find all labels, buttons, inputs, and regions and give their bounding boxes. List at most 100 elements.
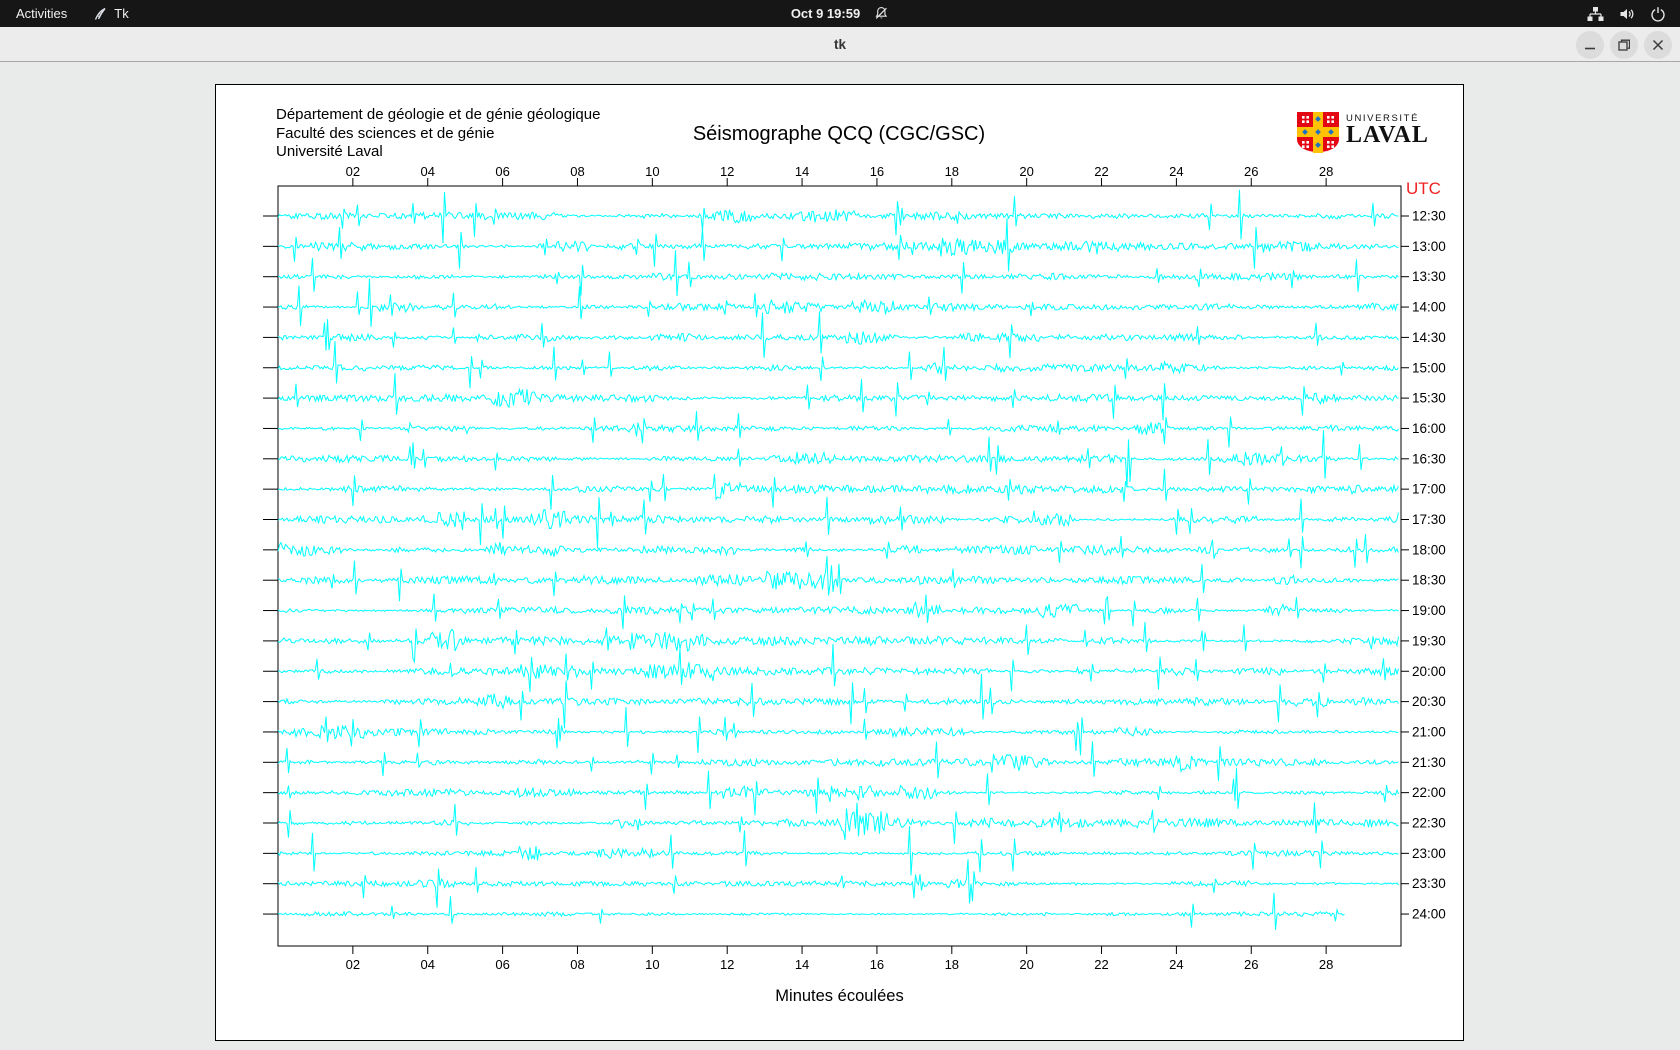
seismo-trace (277, 250, 1399, 297)
x-tick-label-bottom: 26 (1244, 957, 1258, 972)
x-tick-label-bottom: 14 (795, 957, 809, 972)
close-button[interactable] (1644, 30, 1672, 59)
utc-time-label: 24:00 (1412, 907, 1446, 922)
x-tick-label-bottom: 22 (1094, 957, 1108, 972)
gnome-top-bar: Activities Tk Oct 9 19:59 (0, 0, 1680, 27)
minimize-button[interactable] (1576, 30, 1604, 59)
utc-time-label: 16:30 (1412, 451, 1446, 466)
seismo-trace (277, 621, 1399, 664)
utc-time-label: 20:30 (1412, 694, 1446, 709)
utc-time-label: 13:30 (1412, 269, 1446, 284)
x-tick-label-top: 28 (1319, 164, 1333, 179)
x-tick-label-bottom: 24 (1169, 957, 1183, 972)
seismo-trace (277, 768, 1399, 816)
x-tick-label-bottom: 10 (645, 957, 659, 972)
system-status-menu[interactable] (1587, 0, 1680, 27)
utc-time-label: 19:00 (1412, 603, 1446, 618)
seismo-trace (277, 892, 1345, 930)
x-tick-label-top: 02 (346, 164, 360, 179)
utc-time-label: 22:30 (1412, 816, 1446, 831)
utc-time-label: 17:30 (1412, 512, 1446, 527)
window-titlebar[interactable]: tk (0, 27, 1680, 62)
utc-axis-label: UTC (1406, 179, 1441, 198)
utc-time-label: 13:00 (1412, 239, 1446, 254)
x-tick-label-bottom: 04 (420, 957, 434, 972)
x-tick-label-bottom: 18 (945, 957, 959, 972)
close-icon (1652, 39, 1664, 50)
utc-time-label: 23:30 (1412, 876, 1446, 891)
seismo-trace (277, 189, 1399, 244)
utc-time-label: 12:30 (1412, 209, 1446, 224)
x-tick-label-top: 18 (945, 164, 959, 179)
seismo-trace (277, 373, 1399, 421)
seismo-trace (277, 218, 1399, 272)
clock-label: Oct 9 19:59 (790, 6, 861, 21)
x-tick-label-bottom: 12 (720, 957, 734, 972)
x-tick-label-top: 14 (795, 164, 809, 179)
seismo-trace (277, 411, 1399, 448)
x-tick-label-bottom: 02 (346, 957, 360, 972)
x-tick-label-bottom: 20 (1019, 957, 1033, 972)
x-tick-label-bottom: 08 (570, 957, 584, 972)
utc-time-label: 17:00 (1412, 482, 1446, 497)
x-axis-title: Minutes écoulées (775, 987, 903, 1005)
tk-app-indicator[interactable]: Tk (93, 6, 129, 21)
network-wired-icon (1587, 6, 1604, 22)
utc-time-label: 14:30 (1412, 330, 1446, 345)
power-icon (1650, 6, 1666, 22)
utc-time-label: 23:00 (1412, 846, 1446, 861)
seismo-trace (277, 593, 1399, 630)
utc-time-label: 15:30 (1412, 391, 1446, 406)
seismo-trace (277, 802, 1399, 844)
utc-time-label: 21:30 (1412, 755, 1446, 770)
seismo-trace (277, 741, 1399, 781)
utc-time-label: 18:30 (1412, 573, 1446, 588)
seismo-trace (277, 555, 1399, 602)
seismo-trace (277, 430, 1399, 488)
utc-time-label: 19:30 (1412, 633, 1446, 648)
x-tick-label-bottom: 16 (870, 957, 884, 972)
seismo-trace (277, 496, 1399, 549)
x-tick-label-top: 04 (420, 164, 434, 179)
x-tick-label-top: 24 (1169, 164, 1183, 179)
seismo-trace (277, 859, 1399, 908)
utc-time-label: 22:00 (1412, 785, 1446, 800)
x-tick-label-bottom: 28 (1319, 957, 1333, 972)
seismo-trace (277, 673, 1399, 729)
x-tick-label-top: 20 (1019, 164, 1033, 179)
tk-app-label: Tk (114, 6, 129, 21)
seismo-trace (277, 311, 1399, 359)
seismo-trace (277, 534, 1399, 569)
window-title: tk (833, 36, 846, 52)
utc-time-label: 20:00 (1412, 664, 1446, 679)
activities-button[interactable]: Activities (16, 6, 67, 21)
volume-icon (1619, 6, 1635, 22)
utc-time-label: 16:00 (1412, 421, 1446, 436)
x-tick-label-top: 26 (1244, 164, 1258, 179)
minimize-icon (1585, 47, 1595, 49)
x-tick-label-top: 06 (495, 164, 509, 179)
seismo-trace (277, 468, 1399, 510)
seismogram-plot: 02 02 04 04 06 06 08 08 10 10 12 12 14 14 16 16 18 18 20 20… (263, 164, 1446, 1005)
maximize-button[interactable] (1610, 30, 1638, 59)
x-tick-label-top: 10 (645, 164, 659, 179)
x-tick-label-top: 12 (720, 164, 734, 179)
tk-window-content: Département de géologie et de génie géol… (0, 63, 1680, 1050)
x-tick-label-top: 22 (1094, 164, 1108, 179)
utc-time-label: 18:00 (1412, 542, 1446, 557)
seismo-trace (277, 341, 1399, 389)
utc-time-label: 14:00 (1412, 300, 1446, 315)
utc-time-label: 15:00 (1412, 360, 1446, 375)
notifications-off-icon (874, 6, 889, 21)
seismo-trace (277, 826, 1399, 876)
clock-menu[interactable]: Oct 9 19:59 (791, 6, 889, 21)
maximize-icon (1618, 39, 1630, 51)
x-tick-label-bottom: 06 (495, 957, 509, 972)
seismo-trace (277, 643, 1399, 692)
seismograph-canvas: Département de géologie et de génie géol… (215, 84, 1464, 1041)
seismo-trace (277, 278, 1399, 327)
x-tick-label-top: 08 (570, 164, 584, 179)
seismo-trace (277, 707, 1399, 756)
x-tick-label-top: 16 (870, 164, 884, 179)
tk-icon (93, 7, 107, 21)
